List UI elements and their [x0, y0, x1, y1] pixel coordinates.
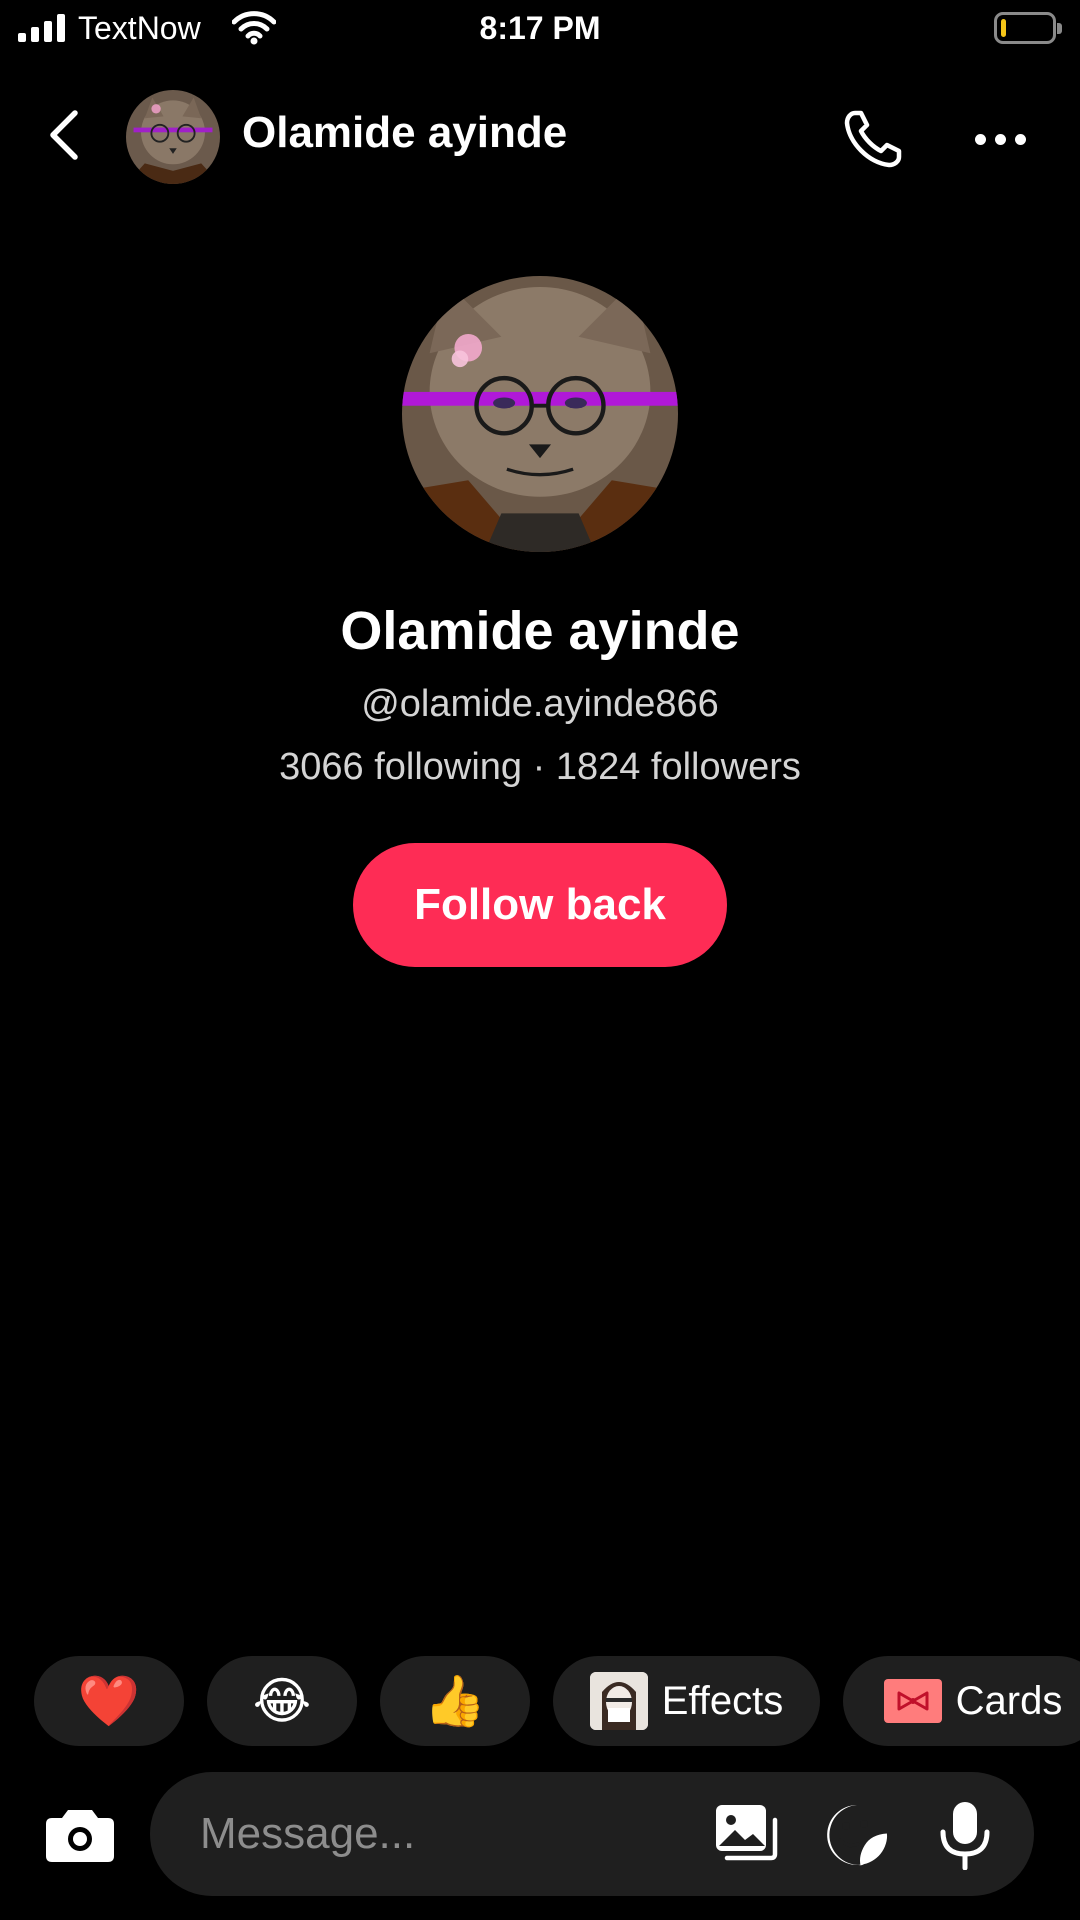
back-icon: [50, 110, 78, 160]
sticker-button[interactable]: [824, 1802, 890, 1868]
microphone-button[interactable]: [935, 1800, 995, 1871]
profile-name: Olamide ayinde: [340, 601, 740, 661]
phone-icon: [844, 110, 902, 168]
microphone-icon: [940, 1802, 990, 1871]
heart-emoji: ❤️: [77, 1672, 141, 1730]
call-button[interactable]: [836, 102, 910, 176]
gallery-icon: [716, 1805, 778, 1861]
gallery-button[interactable]: [713, 1802, 779, 1868]
laugh-reaction-chip[interactable]: 😂: [207, 1656, 357, 1746]
cards-chip[interactable]: Cards: [843, 1656, 1080, 1746]
profile-avatar[interactable]: [402, 276, 678, 552]
follow-back-button[interactable]: Follow back: [353, 843, 727, 967]
more-icon: [1014, 133, 1026, 145]
laugh-emoji: 😂: [252, 1672, 312, 1730]
header-contact-name[interactable]: Olamide ayinde: [242, 108, 567, 158]
more-options-button[interactable]: [960, 102, 1040, 176]
battery-icon: [994, 12, 1062, 44]
camera-icon: [46, 1810, 114, 1862]
thumbs-up-reaction-chip[interactable]: 👍: [380, 1656, 530, 1746]
thumbs-up-emoji: 👍: [423, 1672, 487, 1730]
camera-button[interactable]: [44, 1804, 116, 1864]
cards-label: Cards: [955, 1678, 1063, 1723]
heart-reaction-chip[interactable]: ❤️: [34, 1656, 184, 1746]
header-avatar[interactable]: [126, 90, 220, 184]
chat-header: Olamide ayinde: [0, 80, 1080, 190]
status-bar: TextNow 8:17 PM: [0, 0, 1080, 58]
more-icon: [994, 133, 1006, 145]
message-input[interactable]: [200, 1772, 700, 1896]
more-icon: [974, 133, 986, 145]
effects-chip[interactable]: Effects: [553, 1656, 820, 1746]
back-button[interactable]: [30, 100, 100, 170]
profile-handle: @olamide.ayinde866: [361, 683, 719, 725]
gift-card-icon: [883, 1679, 942, 1723]
message-box: [150, 1772, 1034, 1896]
profile-avatar-image: [402, 276, 678, 552]
effects-label: Effects: [661, 1678, 784, 1723]
avatar-image: [126, 90, 220, 184]
effects-thumbnail-icon: [589, 1672, 648, 1730]
sticker-icon: [827, 1805, 888, 1866]
battery-level-fill: [1001, 19, 1006, 37]
profile-stats: 3066 following · 1824 followers: [279, 746, 801, 788]
status-time: 8:17 PM: [479, 10, 601, 46]
